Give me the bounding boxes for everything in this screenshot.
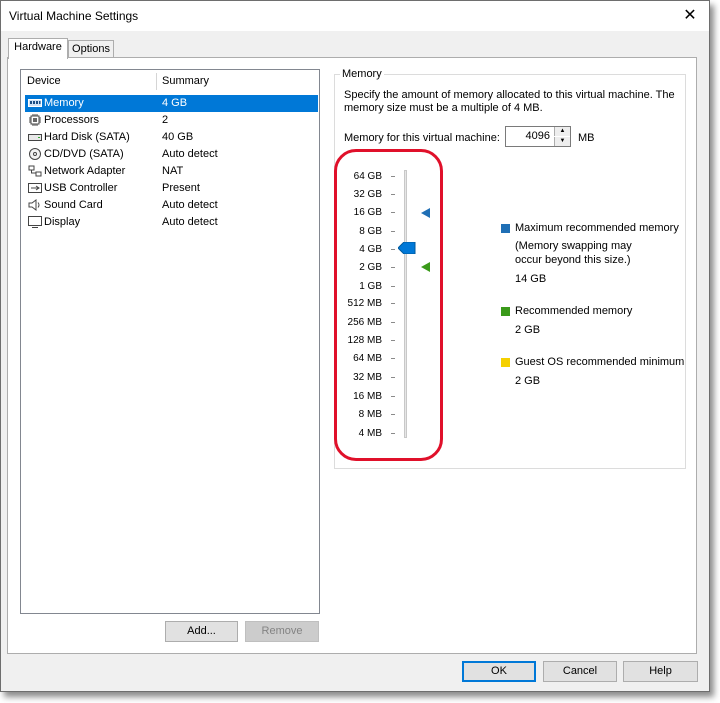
- device-name: Processors: [44, 114, 100, 126]
- max-recommended-swatch: [501, 224, 510, 233]
- device-name: Memory: [44, 97, 84, 109]
- processor-icon: [29, 114, 41, 126]
- summary-column-header[interactable]: Summary: [162, 75, 209, 87]
- column-divider[interactable]: [156, 73, 157, 90]
- window-title: Virtual Machine Settings: [9, 9, 139, 23]
- hard-disk-icon: [28, 134, 42, 141]
- max-recommended-note: (Memory swapping may: [515, 240, 632, 252]
- device-row-cd-dvd[interactable]: CD/DVD (SATA) Auto detect: [25, 146, 318, 163]
- device-row-display[interactable]: Display Auto detect: [25, 214, 318, 231]
- decrement-arrow-icon[interactable]: ▼: [554, 137, 570, 146]
- device-row-processors[interactable]: Processors 2: [25, 112, 318, 129]
- device-row-sound-card[interactable]: Sound Card Auto detect: [25, 197, 318, 214]
- speaker-icon: [28, 199, 40, 211]
- title-bar: Virtual Machine Settings ✕: [1, 1, 709, 31]
- device-summary: Auto detect: [162, 199, 218, 211]
- device-summary: NAT: [162, 165, 184, 177]
- close-button[interactable]: ✕: [677, 5, 703, 27]
- memory-icon: [28, 99, 42, 107]
- device-name: CD/DVD (SATA): [44, 148, 124, 160]
- guest-min-swatch: [501, 358, 510, 367]
- device-row-usb-controller[interactable]: USB Controller Present: [25, 180, 318, 197]
- device-name: Hard Disk (SATA): [44, 131, 130, 143]
- memory-description: Specify the amount of memory allocated t…: [344, 89, 675, 114]
- memory-unit-label: MB: [578, 132, 595, 144]
- device-summary: Auto detect: [162, 148, 218, 160]
- usb-icon: [28, 183, 42, 193]
- cancel-button[interactable]: Cancel: [543, 661, 617, 682]
- memory-size-stepper[interactable]: 4096 ▲ ▼: [505, 126, 571, 147]
- recommended-label: Recommended memory: [515, 305, 633, 317]
- device-summary: 2: [162, 114, 169, 126]
- device-summary: Auto detect: [162, 216, 218, 228]
- max-recommended-value: 14 GB: [515, 273, 547, 285]
- ok-button[interactable]: OK: [462, 661, 536, 682]
- max-recommended-note: occur beyond this size.): [515, 254, 631, 266]
- slider-highlight-annotation: [334, 149, 443, 461]
- memory-group-title: Memory: [340, 68, 384, 80]
- device-name: Sound Card: [44, 199, 103, 211]
- guest-min-value: 2 GB: [515, 375, 541, 387]
- recommended-swatch: [501, 307, 510, 316]
- device-list[interactable]: Device Summary Memory 4 GB Processors 2 …: [20, 69, 320, 614]
- memory-size-value[interactable]: 4096: [526, 130, 550, 142]
- monitor-icon: [28, 216, 42, 228]
- guest-min-label: Guest OS recommended minimum: [515, 356, 685, 368]
- device-name: USB Controller: [44, 182, 118, 194]
- remove-button[interactable]: Remove: [245, 621, 319, 642]
- device-column-header[interactable]: Device: [27, 75, 61, 87]
- increment-arrow-icon[interactable]: ▲: [554, 127, 570, 136]
- device-row-hard-disk[interactable]: Hard Disk (SATA) 40 GB: [25, 129, 318, 146]
- device-summary: 4 GB: [162, 97, 188, 109]
- device-row-memory[interactable]: Memory 4 GB: [25, 95, 318, 112]
- device-summary: 40 GB: [162, 131, 194, 143]
- recommended-value: 2 GB: [515, 324, 541, 336]
- device-summary: Present: [162, 182, 200, 194]
- cd-dvd-icon: [29, 148, 41, 160]
- help-button[interactable]: Help: [623, 661, 698, 682]
- device-name: Network Adapter: [44, 165, 126, 177]
- memory-field-label: Memory for this virtual machine:: [344, 132, 500, 144]
- network-adapter-icon: [28, 165, 42, 177]
- max-recommended-label: Maximum recommended memory: [515, 222, 679, 234]
- device-row-network-adapter[interactable]: Network Adapter NAT: [25, 163, 318, 180]
- tab-hardware[interactable]: Hardware: [8, 38, 68, 59]
- add-button[interactable]: Add...: [165, 621, 238, 642]
- device-name: Display: [44, 216, 81, 228]
